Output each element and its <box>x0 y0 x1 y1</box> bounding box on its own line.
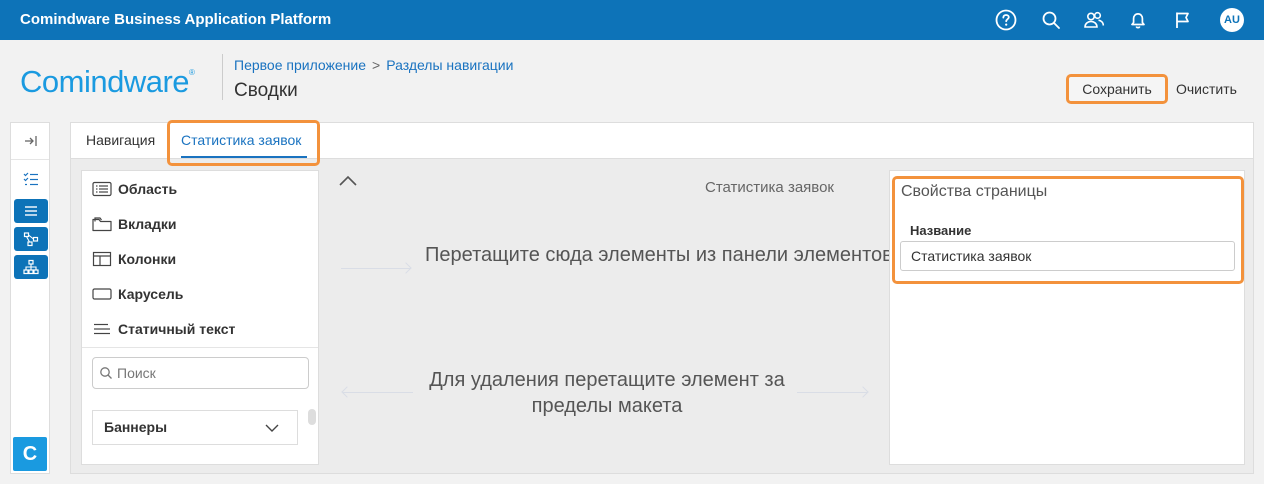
palette-item-columns[interactable]: Колонки <box>92 249 176 269</box>
hierarchy-icon[interactable] <box>14 255 48 279</box>
avatar[interactable]: AU <box>1220 8 1244 32</box>
palette-divider <box>82 347 318 348</box>
flag-icon[interactable] <box>1172 9 1194 31</box>
tabs-icon <box>92 217 112 232</box>
logo-text: Comindware <box>20 64 190 99</box>
palette-item-label: Область <box>118 181 178 197</box>
tab-highlight <box>167 120 320 166</box>
top-bar: Comindware Business Application Platform… <box>0 0 1264 40</box>
page-properties-panel: Свойства страницы Название Статистика за… <box>889 170 1245 465</box>
brand-logo-icon[interactable]: C <box>13 437 47 471</box>
area-icon <box>92 181 112 197</box>
palette-item-label: Карусель <box>118 286 184 302</box>
expand-icon[interactable] <box>14 129 48 153</box>
drop-hint: Перетащите сюда элементы из панели элеме… <box>425 242 893 268</box>
breadcrumb-item-sections[interactable]: Разделы навигации <box>386 57 513 73</box>
search-icon[interactable] <box>1040 9 1062 31</box>
tab-bar: Навигация Статистика заявок <box>71 120 1253 166</box>
elements-palette: Область Вкладки Колонки Карусель Статичн… <box>81 170 319 465</box>
collapse-chevron-icon[interactable] <box>339 175 357 187</box>
palette-item-area[interactable]: Область <box>92 179 177 199</box>
search-icon <box>100 367 112 379</box>
palette-item-label: Колонки <box>118 251 177 267</box>
drop-arrow-head <box>400 262 412 274</box>
canvas-title: Статистика заявок <box>705 179 834 196</box>
breadcrumb-item-app[interactable]: Первое приложение <box>234 57 366 73</box>
save-button[interactable]: Сохранить <box>1066 74 1168 104</box>
users-icon[interactable] <box>1083 9 1105 31</box>
delete-arrow-head-right <box>857 386 869 398</box>
checklist-icon[interactable] <box>14 167 48 191</box>
drop-hint-text: Перетащите сюда элементы из панели элеме… <box>425 244 893 266</box>
logo: Comindware® <box>20 64 195 100</box>
search-input[interactable] <box>117 364 302 382</box>
app-title: Comindware Business Application Platform <box>20 11 332 28</box>
help-icon[interactable] <box>995 9 1017 31</box>
palette-search[interactable] <box>92 357 309 389</box>
chevron-down-icon <box>265 424 279 432</box>
properties-title: Свойства страницы <box>901 183 1048 200</box>
palette-item-carousel[interactable]: Карусель <box>92 284 183 304</box>
page-title: Сводки <box>234 80 298 101</box>
palette-item-label: Вкладки <box>118 216 177 232</box>
palette-item-tabs[interactable]: Вкладки <box>92 214 176 234</box>
static-text-icon <box>94 323 110 335</box>
palette-group-banners[interactable]: Баннеры <box>92 410 298 445</box>
left-rail: C <box>10 122 50 474</box>
rail-divider <box>11 159 49 160</box>
clear-button[interactable]: Очистить <box>1176 81 1237 97</box>
palette-item-label: Статичный текст <box>118 321 236 337</box>
designer-panel: Навигация Статистика заявок Область Вкла… <box>70 120 1254 474</box>
breadcrumb: Первое приложение > Разделы навигации <box>234 57 513 73</box>
name-field-label: Название <box>910 223 972 238</box>
delete-arrow-line-left <box>343 392 413 393</box>
breadcrumb-separator: > <box>372 57 381 73</box>
logo-trademark: ® <box>189 68 195 77</box>
tab-navigation[interactable]: Навигация <box>86 132 155 148</box>
header-divider <box>222 54 223 100</box>
delete-hint: Для удаления перетащите элемент за преде… <box>429 369 785 417</box>
group-label: Баннеры <box>104 419 168 435</box>
carousel-icon <box>92 288 112 300</box>
workflow-icon[interactable] <box>14 227 48 251</box>
bell-icon[interactable] <box>1127 9 1149 31</box>
palette-item-static-text[interactable]: Статичный текст <box>92 319 235 339</box>
list-icon[interactable] <box>14 199 48 223</box>
name-field[interactable]: Статистика заявок <box>900 241 1235 271</box>
columns-icon <box>92 251 112 267</box>
palette-scrollbar[interactable] <box>308 409 316 425</box>
